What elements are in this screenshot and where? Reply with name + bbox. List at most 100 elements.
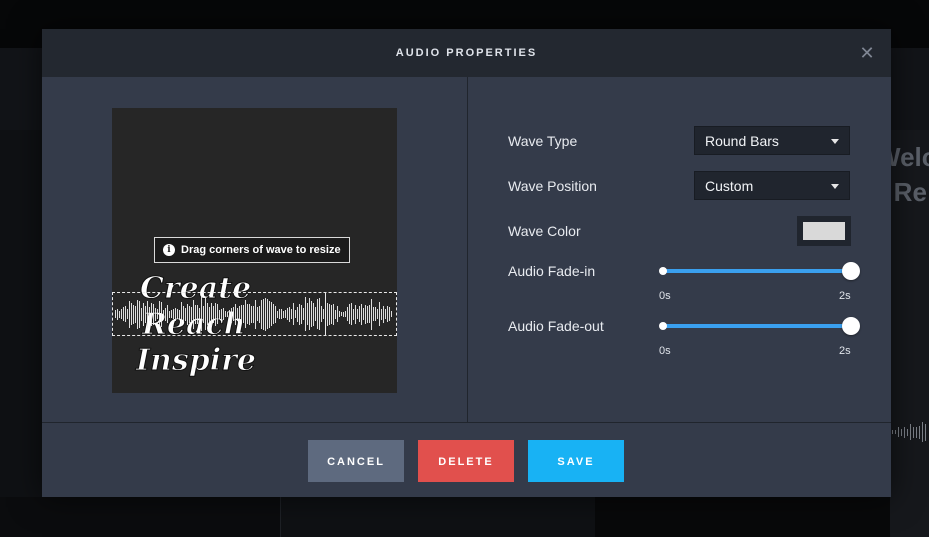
waveform-bar [299,303,300,325]
dialog-header: AUDIO PROPERTIES ✕ [42,29,891,77]
waveform-bar [919,425,920,439]
wave-color-swatch [803,222,845,240]
waveform-bar [185,307,186,321]
waveform-bar [175,307,176,321]
app-canvas-preview [595,497,890,537]
wave-position-value: Custom [705,178,754,194]
waveform-bar [165,307,166,321]
waveform-bar [289,306,290,322]
app-bottom-panel [0,497,281,537]
waveform-bar [129,300,130,328]
waveform-bar [147,300,148,328]
waveform-bar [271,302,272,326]
waveform-bar [249,303,250,325]
waveform-selection-box[interactable] [112,292,397,336]
waveform-bar [345,311,346,317]
wave-preview-canvas[interactable]: Create Reach Inspire i Drag corners of w… [112,108,397,393]
waveform-bar [153,303,154,325]
waveform-bar [383,305,384,323]
waveform-bar [227,311,228,317]
waveform-bar [117,308,118,320]
waveform-bar [313,302,314,326]
waveform-bar [309,298,310,330]
cancel-button[interactable]: CANCEL [308,440,404,482]
waveform-bar [267,299,268,329]
waveform-bar [365,304,366,324]
waveform-bar [157,309,158,319]
dialog-title: AUDIO PROPERTIES [395,47,538,59]
waveform-bar [337,306,338,322]
waveform-bar [261,299,262,329]
wave-color-picker[interactable] [797,216,851,246]
waveform-bar [333,303,334,325]
waveform-bar [255,299,256,329]
waveform-bar [141,307,142,321]
waveform-bar [361,303,362,325]
waveform-bar [377,309,378,319]
chevron-down-icon [831,139,839,144]
waveform-bar [307,303,308,325]
waveform-bar [199,307,200,321]
audio-fade-out-slider[interactable] [659,317,860,335]
waveform-bar [335,309,336,319]
waveform-bar [235,303,236,325]
waveform-bar [155,307,156,321]
waveform-bar [287,308,288,320]
waveform-bar [922,422,923,442]
close-icon[interactable]: ✕ [857,43,877,63]
waveform-bar [187,303,188,325]
waveform-bar [215,302,216,326]
waveform-bar [197,304,198,324]
waveform-bar [229,310,230,318]
waveform-bar [251,305,252,323]
waveform-bar [189,305,190,323]
dialog-footer-divider [42,422,891,423]
wave-position-select[interactable]: Custom [694,171,850,200]
waveform-bar [257,307,258,321]
waveform-bar [151,302,152,326]
waveform-bar [137,299,138,329]
waveform-bar [161,301,162,327]
waveform-bar [901,428,902,436]
waveform-bar [211,302,212,326]
save-button[interactable]: SAVE [528,440,624,482]
waveform-bar [173,309,174,319]
waveform-bar [259,305,260,323]
fade-out-handle[interactable] [842,317,860,335]
waveform-bar [311,301,312,327]
waveform-bar [295,310,296,318]
logo-word-inspire: Inspire [135,343,256,378]
waveform-bar [125,306,126,322]
waveform-bar [263,298,264,330]
fade-in-handle[interactable] [842,262,860,280]
waveform-bar [349,304,350,324]
waveform-bar [910,424,911,440]
waveform-bar [225,311,226,317]
audio-fade-in-slider[interactable] [659,262,860,280]
waveform-playhead[interactable] [325,293,326,335]
waveform-bar [904,426,905,438]
waveform-bar [205,298,206,330]
waveform-bar [131,303,132,325]
audio-fade-in-label: Audio Fade-in [508,263,596,279]
waveform-bar [269,300,270,328]
waveform-bar [281,309,282,319]
waveform-bar [203,305,204,323]
waveform-bar [223,308,224,320]
fade-in-max-label: 2s [839,290,851,302]
waveform-bar [303,308,304,320]
waveform-bar [201,297,202,331]
waveform-bar [145,305,146,323]
waveform-bar [916,426,917,438]
waveform-bar [127,309,128,319]
waveform-bar [357,309,358,319]
waveform-bar [375,307,376,321]
wave-type-select[interactable]: Round Bars [694,126,850,155]
waveform-bar [121,309,122,319]
waveform-bar [179,309,180,319]
waveform-bar [193,299,194,329]
delete-button[interactable]: DELETE [418,440,514,482]
resize-hint-text: Drag corners of wave to resize [181,244,341,256]
waveform-bar [191,307,192,321]
waveform-bar [277,310,278,318]
